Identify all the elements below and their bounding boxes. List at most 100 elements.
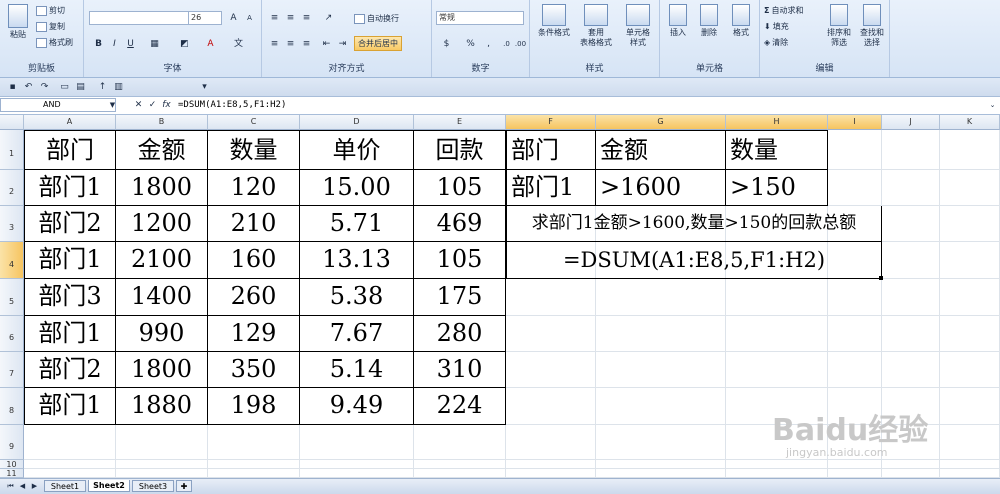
grid-cell[interactable] — [882, 469, 940, 478]
row-header-10[interactable]: 10 — [0, 460, 24, 469]
wrap-text-button[interactable]: 自动换行 — [354, 13, 399, 24]
grid-cell[interactable] — [882, 316, 940, 352]
row-header-4[interactable]: 4 — [0, 242, 24, 279]
border-button[interactable]: ▦ — [146, 37, 163, 52]
grid-cell[interactable] — [940, 316, 1000, 352]
autosum-button[interactable]: Σ 自动求和 — [764, 5, 803, 16]
grid-cell[interactable] — [882, 206, 940, 242]
grid-cell[interactable] — [24, 425, 116, 460]
align-left-button[interactable]: ≡ — [266, 37, 283, 52]
format-painter-button[interactable]: 格式刷 — [36, 37, 73, 48]
print-icon[interactable]: ▤ — [72, 80, 89, 95]
grid-cell[interactable] — [506, 469, 596, 478]
grid-cell[interactable] — [596, 460, 726, 469]
sort-filter-button[interactable]: 排序和 筛选 — [824, 4, 854, 48]
table-data-cell[interactable]: 部门1 — [24, 388, 116, 425]
grid-cell[interactable] — [596, 388, 726, 425]
grid-cell[interactable] — [506, 460, 596, 469]
grid-cell[interactable] — [882, 279, 940, 316]
criteria-value-cell[interactable]: >1600 — [596, 170, 726, 206]
row-header-8[interactable]: 8 — [0, 388, 24, 425]
row-header-9[interactable]: 9 — [0, 425, 24, 460]
table-data-cell[interactable]: 198 — [208, 388, 300, 425]
font-color-button[interactable]: A — [202, 37, 219, 52]
criteria-value-cell[interactable]: >150 — [726, 170, 828, 206]
chart-icon[interactable]: ▥ — [110, 80, 127, 95]
grid-cell[interactable] — [208, 425, 300, 460]
grid-cell[interactable] — [24, 460, 116, 469]
name-box[interactable]: AND — [0, 98, 116, 112]
sheet-tab-1[interactable]: Sheet1 — [44, 480, 86, 492]
table-data-cell[interactable]: 部门1 — [24, 170, 116, 206]
grid-cell[interactable] — [828, 316, 882, 352]
underline-button[interactable]: U — [122, 37, 139, 52]
column-header-E[interactable]: E — [414, 115, 506, 130]
table-data-cell[interactable]: 990 — [116, 316, 208, 352]
row-header-5[interactable]: 5 — [0, 279, 24, 316]
table-data-cell[interactable]: 7.67 — [300, 316, 414, 352]
grid-cell[interactable] — [828, 469, 882, 478]
row-header-11[interactable]: 11 — [0, 469, 24, 478]
grid-cell[interactable] — [726, 469, 828, 478]
table-data-cell[interactable]: 260 — [208, 279, 300, 316]
table-data-cell[interactable]: 15.00 — [300, 170, 414, 206]
grid-cell[interactable] — [596, 469, 726, 478]
grid-cell[interactable] — [940, 130, 1000, 170]
align-right-button[interactable]: ≡ — [298, 37, 315, 52]
table-data-cell[interactable]: 5.71 — [300, 206, 414, 242]
grid-cell[interactable] — [726, 460, 828, 469]
table-data-cell[interactable]: 1880 — [116, 388, 208, 425]
italic-button[interactable]: I — [106, 37, 123, 52]
row-header-7[interactable]: 7 — [0, 352, 24, 388]
decrease-decimal-button[interactable]: .00 — [512, 37, 529, 52]
table-data-cell[interactable]: 1800 — [116, 352, 208, 388]
column-header-K[interactable]: K — [940, 115, 1000, 130]
table-data-cell[interactable]: 1400 — [116, 279, 208, 316]
column-header-F[interactable]: F — [506, 115, 596, 130]
table-data-cell[interactable]: 280 — [414, 316, 506, 352]
grid-cell[interactable] — [726, 279, 828, 316]
column-header-A[interactable]: A — [24, 115, 116, 130]
grid-cell[interactable] — [940, 242, 1000, 279]
grid-cell[interactable] — [596, 279, 726, 316]
grid-cell[interactable] — [940, 469, 1000, 478]
conditional-format-button[interactable]: 条件格式 — [534, 4, 574, 38]
table-data-cell[interactable]: 部门2 — [24, 206, 116, 242]
grow-font-button[interactable]: A — [225, 11, 242, 26]
sheet-tab-2[interactable]: Sheet2 — [88, 480, 130, 492]
name-box-dropdown-icon[interactable]: ▼ — [104, 98, 121, 113]
column-header-G[interactable]: G — [596, 115, 726, 130]
table-data-cell[interactable]: 310 — [414, 352, 506, 388]
clear-button[interactable]: ◈ 清除 — [764, 37, 788, 48]
criteria-header-cell[interactable]: 数量 — [726, 130, 828, 170]
grid-cell[interactable] — [940, 388, 1000, 425]
delete-button[interactable]: 删除 — [694, 4, 724, 38]
table-data-cell[interactable]: 部门3 — [24, 279, 116, 316]
table-header-cell[interactable]: 单价 — [300, 130, 414, 170]
grid-cell[interactable] — [828, 460, 882, 469]
merge-center-button[interactable]: 合并后居中 — [354, 36, 402, 51]
grid-cell[interactable] — [940, 352, 1000, 388]
number-format-select[interactable]: 常规 — [436, 11, 524, 25]
select-all-corner[interactable] — [0, 115, 24, 130]
grid-cell[interactable] — [596, 316, 726, 352]
grid-cell[interactable] — [300, 460, 414, 469]
table-data-cell[interactable]: 120 — [208, 170, 300, 206]
grid-cell[interactable] — [24, 469, 116, 478]
fill-button[interactable]: ⬇ 填充 — [764, 21, 789, 32]
grid-cell[interactable] — [596, 352, 726, 388]
font-name-select[interactable] — [89, 11, 189, 25]
column-header-J[interactable]: J — [882, 115, 940, 130]
align-middle-button[interactable]: ≡ — [282, 11, 299, 26]
cell-styles-button[interactable]: 单元格 样式 — [618, 4, 658, 48]
criteria-header-cell[interactable]: 部门 — [506, 130, 596, 170]
grid-cell[interactable] — [940, 460, 1000, 469]
grid-cell[interactable] — [506, 352, 596, 388]
formula-input[interactable]: =DSUM(A1:E8,5,F1:H2) — [178, 99, 286, 112]
format-button[interactable]: 格式 — [726, 4, 756, 38]
print-preview-icon[interactable]: ▭ — [56, 80, 73, 95]
column-header-H[interactable]: H — [726, 115, 828, 130]
grid-cell[interactable] — [414, 469, 506, 478]
table-data-cell[interactable]: 350 — [208, 352, 300, 388]
currency-button[interactable]: $ — [438, 37, 455, 52]
